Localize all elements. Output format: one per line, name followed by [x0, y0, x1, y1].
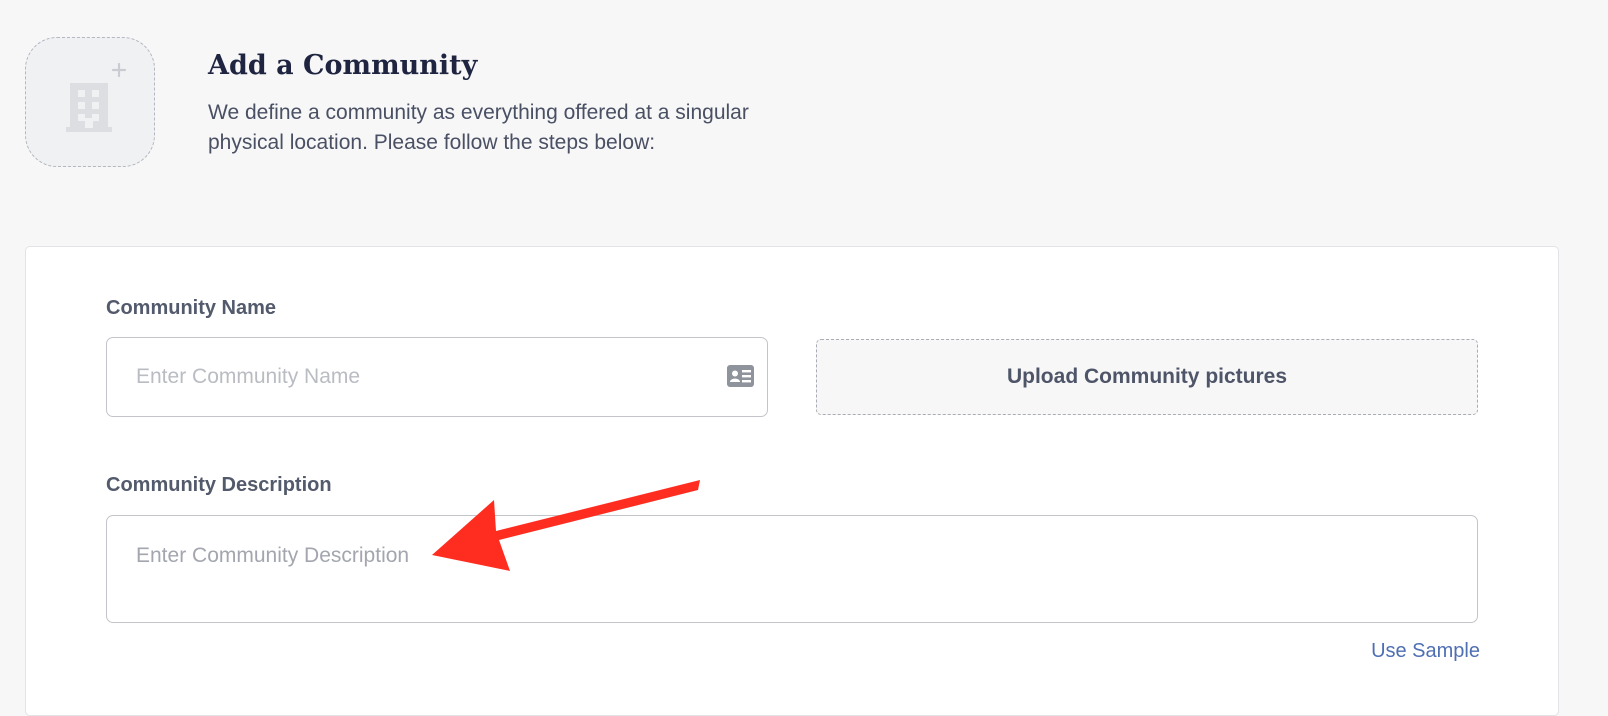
community-description-field[interactable]: [106, 515, 1478, 623]
use-sample-link[interactable]: Use Sample: [1371, 640, 1480, 663]
upload-pictures-label: Upload Community pictures: [1006, 365, 1288, 388]
community-description-input[interactable]: [136, 544, 1436, 604]
community-name-input[interactable]: [136, 338, 696, 415]
page-title: Add a Community: [208, 50, 478, 81]
id-card-icon: [727, 365, 754, 387]
page-subtitle: We define a community as everything offe…: [208, 101, 749, 154]
community-image-placeholder[interactable]: [25, 37, 155, 167]
community-form-card: Community Name Upload Community pictures…: [25, 246, 1559, 716]
plus-icon: [111, 62, 127, 78]
upload-pictures-button[interactable]: Upload Community pictures: [816, 339, 1478, 415]
community-description-label: Community Description: [106, 474, 332, 496]
community-name-label: Community Name: [106, 297, 277, 319]
community-name-field[interactable]: [106, 337, 768, 417]
